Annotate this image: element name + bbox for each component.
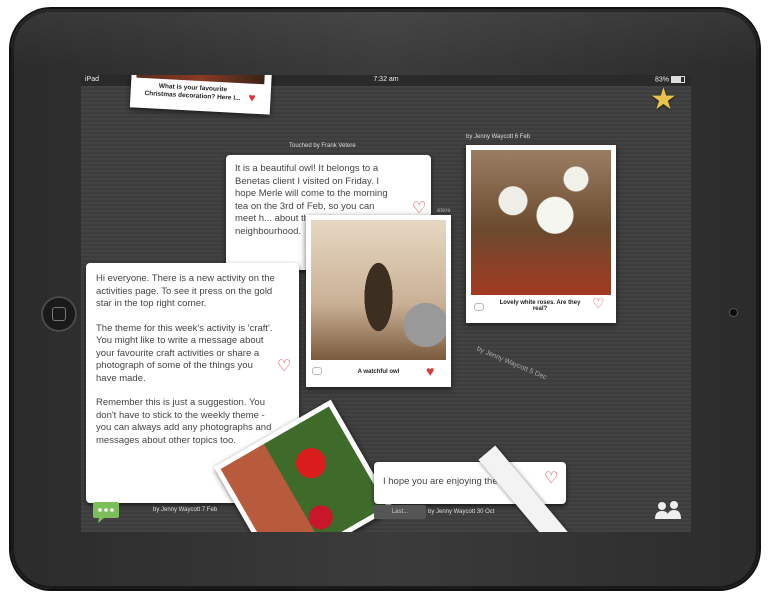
people-icon[interactable] bbox=[653, 500, 683, 520]
people-glyph bbox=[655, 501, 681, 519]
owl-partial-label: etere bbox=[437, 208, 451, 214]
christmas-card[interactable]: What is your favourite Christmas decorat… bbox=[129, 75, 273, 115]
roses-photo bbox=[471, 150, 611, 295]
heart-icon[interactable]: ♡ bbox=[277, 359, 291, 375]
heart-icon[interactable]: ♡ bbox=[544, 471, 558, 487]
activity-paragraph-2: The theme for this week's activity is 'c… bbox=[96, 322, 273, 384]
heart-icon[interactable]: ♥ bbox=[426, 363, 434, 379]
bottom-text: I hope you are enjoying the s... bbox=[383, 476, 513, 487]
roses-header: by Jenny Waycott 6 Feb bbox=[466, 134, 531, 140]
chat-button[interactable] bbox=[92, 500, 120, 524]
roses-caption: Lovely white roses. Are they real? bbox=[499, 300, 581, 312]
roses-photo-card[interactable]: Lovely white roses. Are they real? ♡ bbox=[466, 145, 616, 323]
comment-icon[interactable] bbox=[474, 303, 484, 311]
owl-card-header: Touched by Frank Vetere bbox=[289, 143, 356, 149]
activity-paragraph-3: Remember this is just a suggestion. You … bbox=[96, 397, 272, 446]
device-sheen bbox=[11, 9, 759, 69]
rotated-byline: by Jenny Waycott 5 Dec bbox=[475, 345, 548, 382]
owl-photo bbox=[311, 220, 446, 360]
camera bbox=[730, 309, 737, 316]
bottom-byline: by Jenny Waycott 30 Oct bbox=[428, 509, 495, 515]
heart-icon[interactable]: ♡ bbox=[592, 295, 605, 311]
owl-photo-card[interactable]: A watchful owl ♥ bbox=[306, 215, 451, 387]
star-icon[interactable]: ★ bbox=[650, 82, 677, 117]
last-button[interactable]: Last... bbox=[374, 505, 426, 519]
christmas-caption: What is your favourite Christmas decorat… bbox=[144, 82, 241, 103]
chat-icon bbox=[93, 502, 119, 523]
activity-byline: by Jenny Waycott 7 Feb bbox=[153, 507, 218, 513]
app-screen: iPad 7:32 am 83% What is your favourite … bbox=[81, 75, 691, 532]
home-square-icon bbox=[52, 307, 66, 321]
home-button[interactable] bbox=[41, 296, 77, 332]
heart-icon[interactable]: ♥ bbox=[248, 90, 256, 106]
activity-paragraph-1: Hi everyone. There is a new activity on … bbox=[96, 273, 275, 309]
